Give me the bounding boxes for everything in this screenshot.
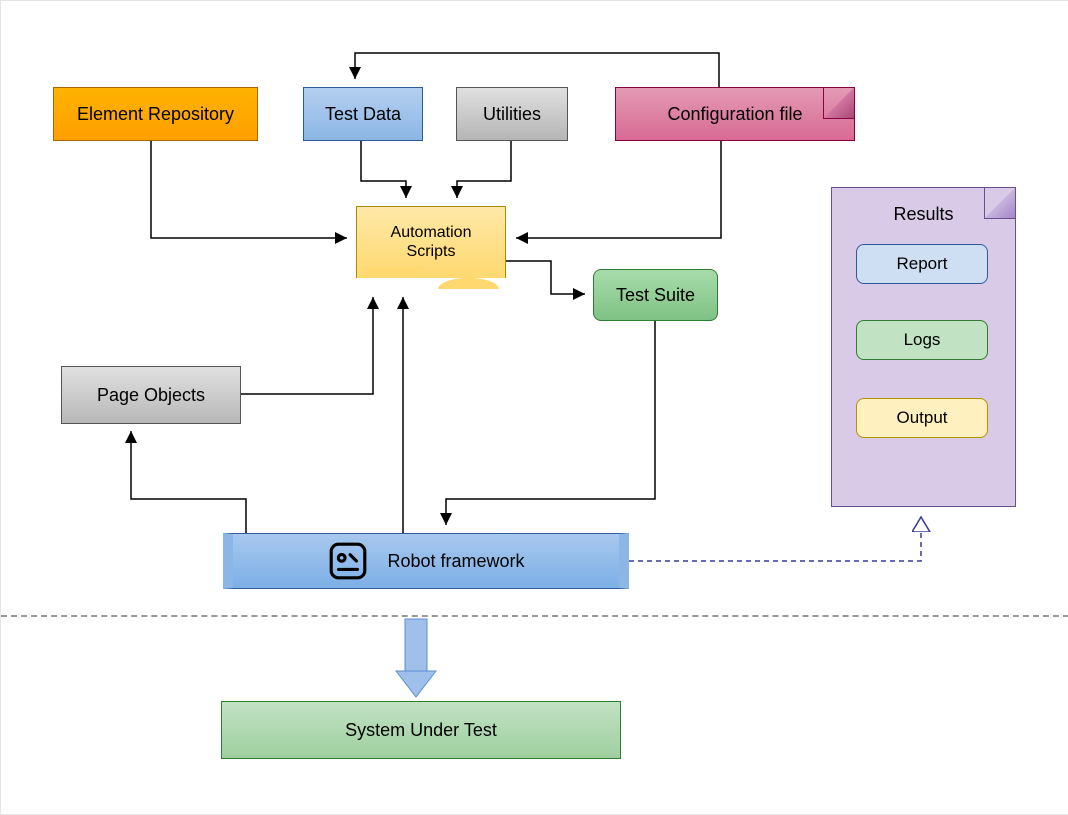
node-robot-framework: Robot framework bbox=[223, 533, 629, 589]
node-configuration-file: Configuration file bbox=[615, 87, 855, 141]
node-results: Results Report Logs Output bbox=[831, 187, 1016, 507]
diagram-canvas: Element Repository Test Data Utilities C… bbox=[0, 0, 1068, 815]
node-automation-scripts: Automation Scripts bbox=[356, 206, 506, 278]
edge-repo-to-scripts bbox=[151, 141, 347, 238]
label-test-suite: Test Suite bbox=[616, 285, 695, 306]
page-fold-icon bbox=[984, 188, 1015, 219]
label-output: Output bbox=[896, 408, 947, 428]
label-element-repository: Element Repository bbox=[77, 104, 234, 125]
edge-config-to-testdata bbox=[355, 53, 719, 87]
node-utilities: Utilities bbox=[456, 87, 568, 141]
edge-suite-to-robot bbox=[446, 321, 655, 525]
label-automation-scripts: Automation Scripts bbox=[391, 224, 472, 261]
edge-pageobj-to-scripts bbox=[241, 297, 373, 394]
label-sut: System Under Test bbox=[345, 720, 497, 741]
edge-testdata-to-scripts bbox=[361, 141, 406, 198]
page-fold-icon bbox=[823, 88, 854, 119]
label-robot-framework: Robot framework bbox=[387, 551, 524, 572]
label-page-objects: Page Objects bbox=[97, 385, 205, 406]
results-report: Report bbox=[856, 244, 988, 284]
edge-robot-to-pageobj bbox=[131, 431, 246, 533]
results-logs: Logs bbox=[856, 320, 988, 360]
wavy-bottom-icon bbox=[356, 267, 506, 289]
divider bbox=[1, 615, 1068, 617]
edge-robot-to-sut bbox=[396, 619, 436, 697]
node-test-suite: Test Suite bbox=[593, 269, 718, 321]
edge-utilities-to-scripts bbox=[457, 141, 511, 198]
node-page-objects: Page Objects bbox=[61, 366, 241, 424]
edge-scripts-to-suite bbox=[506, 261, 585, 294]
node-element-repository: Element Repository bbox=[53, 87, 258, 141]
edge-config-to-scripts bbox=[516, 141, 721, 238]
label-configuration-file: Configuration file bbox=[667, 104, 802, 125]
results-output: Output bbox=[856, 398, 988, 438]
node-test-data: Test Data bbox=[303, 87, 423, 141]
edge-robot-to-results bbox=[629, 517, 921, 561]
label-logs: Logs bbox=[904, 330, 941, 350]
robot-face-icon bbox=[327, 540, 369, 582]
label-utilities: Utilities bbox=[483, 104, 541, 125]
node-system-under-test: System Under Test bbox=[221, 701, 621, 759]
label-report: Report bbox=[896, 254, 947, 274]
label-test-data: Test Data bbox=[325, 104, 401, 125]
